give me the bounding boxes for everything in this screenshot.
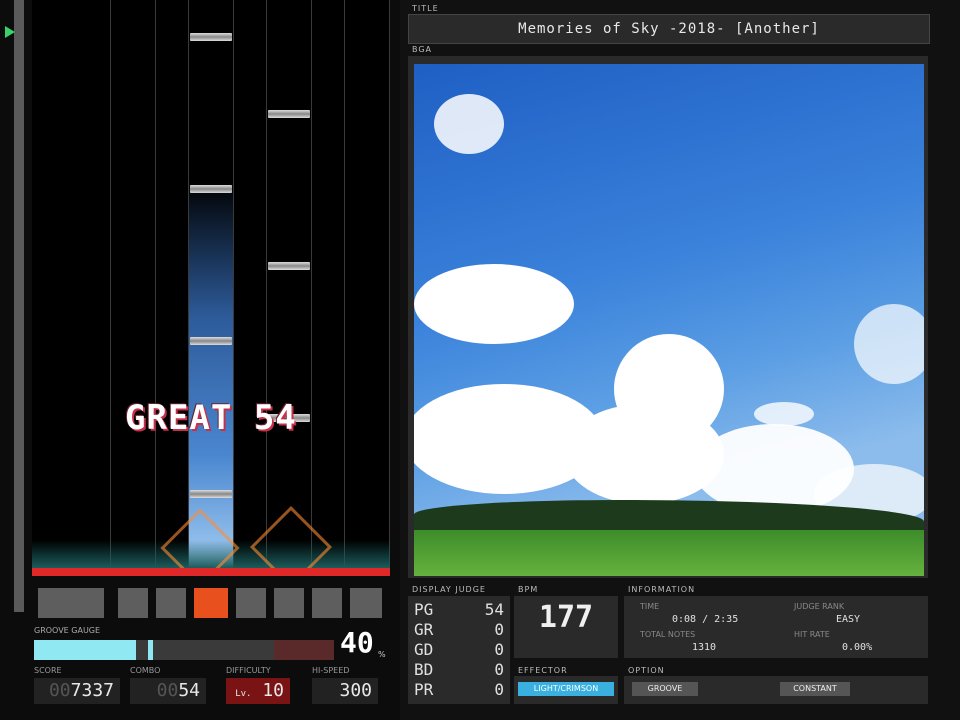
bga-header: BGA [412, 45, 433, 54]
time-value: 0:08 / 2:35 [672, 614, 739, 625]
note [268, 110, 310, 118]
judge-rank-label: JUDGE RANK [794, 602, 845, 611]
cloud [854, 304, 924, 384]
bpm-value: 177 [538, 600, 594, 635]
difficulty-label: DIFFICULTY [226, 666, 271, 675]
key-3-pressed[interactable] [194, 588, 228, 618]
cloud [614, 334, 724, 444]
hispeed-label: HI-SPEED [312, 666, 350, 675]
judge-count-gr: 0 [494, 620, 504, 639]
key-1[interactable] [118, 588, 148, 618]
judge-panel: PG 54 GR 0 GD 0 BD 0 PR 0 [408, 596, 510, 704]
judge-name-pg: PG [414, 600, 434, 619]
key-5[interactable] [274, 588, 304, 618]
song-title: Memories of Sky -2018- [Another] [518, 21, 820, 37]
lane-divider [155, 0, 156, 572]
judge-name-pr: PR [414, 680, 434, 699]
note [190, 490, 232, 498]
gauge-unit: % [378, 650, 386, 659]
score-value: 007337 [34, 678, 120, 704]
groove-gauge-clear-zone [274, 640, 334, 660]
speed-option-badge[interactable]: CONSTANT [780, 682, 850, 696]
lane-divider [311, 0, 312, 572]
lane-divider [266, 0, 267, 572]
combo-digits: 54 [178, 680, 200, 701]
difficulty-prefix: Lv. [235, 689, 252, 699]
groove-gauge-fill [34, 640, 136, 660]
difficulty-value: Lv. 10 [226, 678, 290, 704]
judge-count-bd: 0 [494, 660, 504, 679]
score-digits: 7337 [70, 680, 114, 701]
combo-value: 0054 [130, 678, 206, 704]
gauge-option-badge[interactable]: GROOVE [632, 682, 698, 696]
key-4[interactable] [236, 588, 266, 618]
lane-divider [110, 0, 111, 572]
judge-count-gd: 0 [494, 640, 504, 659]
lane-divider [389, 0, 390, 572]
judge-panel-header: DISPLAY JUDGE [412, 585, 486, 594]
note [268, 262, 310, 270]
judge-count-pr: 0 [494, 680, 504, 699]
song-progress-track [14, 0, 24, 612]
gauge-value: 40 [340, 626, 374, 659]
combo-leading-zeros: 00 [156, 680, 179, 701]
score-label: SCORE [34, 666, 62, 675]
bga-video [414, 64, 924, 576]
note [190, 33, 232, 41]
title-header: TITLE [412, 4, 439, 13]
lane-divider [233, 0, 234, 572]
judge-count-pg: 54 [484, 600, 504, 619]
lane-divider [344, 0, 345, 572]
turntable-key[interactable] [38, 588, 104, 618]
gauge-label: GROOVE GAUGE [34, 626, 101, 635]
combo-label: COMBO [130, 666, 161, 675]
hit-rate-label: HIT RATE [794, 630, 830, 639]
title-bar: Memories of Sky -2018- [Another] [408, 14, 930, 44]
note [190, 185, 232, 193]
total-notes-value: 1310 [692, 642, 717, 653]
information-panel: TIME 0:08 / 2:35 JUDGE RANK EASY TOTAL N… [624, 596, 928, 658]
judge-name-bd: BD [414, 660, 434, 679]
bpm-header: BPM [518, 585, 539, 594]
option-header: OPTION [628, 666, 665, 675]
information-header: INFORMATION [628, 585, 696, 594]
difficulty-level: 10 [262, 680, 284, 701]
key-6[interactable] [312, 588, 342, 618]
cloud [414, 264, 574, 344]
judge-name-gd: GD [414, 640, 434, 659]
judge-rank-value: EASY [836, 614, 861, 625]
playfield: GREAT 54 GROOVE GAUGE 40 % SCORE 007337 … [0, 0, 400, 720]
judge-line [32, 568, 390, 576]
cloud [754, 402, 814, 426]
score-leading-zeros: 00 [48, 680, 71, 701]
hispeed-value: 300 [312, 678, 378, 704]
judgement-display: GREAT 54 [125, 398, 297, 438]
hit-rate-value: 0.00% [842, 642, 873, 653]
key-2[interactable] [156, 588, 186, 618]
cloud [434, 94, 504, 154]
effector-badge[interactable]: LIGHT/CRIMSON [518, 682, 614, 696]
key-7[interactable] [350, 588, 382, 618]
judge-name-gr: GR [414, 620, 434, 639]
grass-field [414, 530, 924, 576]
note [190, 337, 232, 345]
song-progress-marker-icon [5, 26, 15, 38]
note-lanes [32, 0, 390, 572]
time-label: TIME [640, 602, 660, 611]
effector-header: EFFECTOR [518, 666, 568, 675]
total-notes-label: TOTAL NOTES [640, 630, 696, 639]
groove-gauge-tick [148, 640, 153, 660]
